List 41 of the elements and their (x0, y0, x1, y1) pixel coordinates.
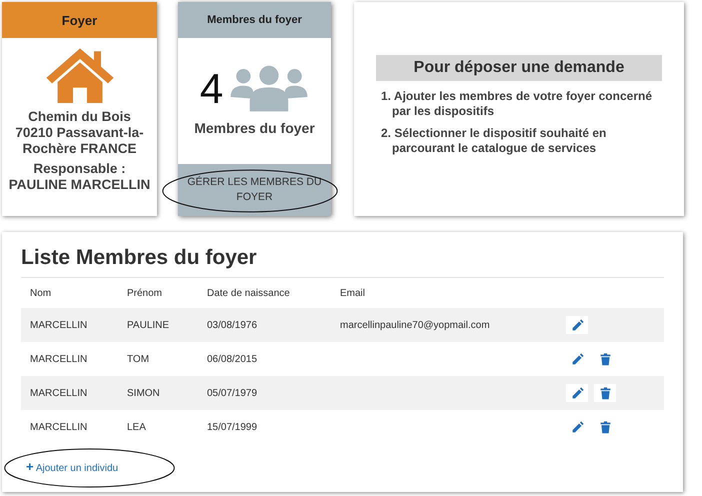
table-cell-text: MARCELLIN (29, 354, 88, 364)
table-cell-text: MARCELLIN (29, 388, 88, 398)
table-cell-text: TOM (126, 354, 150, 364)
table-cell-text: 05/07/1979 (206, 388, 258, 398)
column-header: Nom (29, 288, 52, 298)
column-header: Prénom (126, 288, 164, 298)
address-line: 70210 Passavant-la- (15, 125, 144, 141)
trash-icon (598, 386, 612, 400)
responsable-name: PAULINE MARCELLIN (8, 177, 150, 193)
pencil-icon (570, 352, 584, 366)
trash-icon (598, 420, 612, 434)
pencil-icon (570, 420, 584, 434)
table-cell-text: PAULINE (126, 320, 170, 330)
delete-button[interactable] (594, 384, 616, 402)
members-label: Membres du foyer (194, 120, 315, 136)
card-header: Membres du foyer (178, 2, 331, 38)
column-header: Date de naissance (206, 288, 291, 298)
address-line: Chemin du Bois (27, 109, 132, 125)
people-icon (229, 64, 310, 114)
table-cell-text: 15/07/1999 (206, 422, 258, 432)
table-cell-text: MARCELLIN (29, 422, 88, 432)
address-line: Rochère FRANCE (21, 141, 138, 157)
member-count: 4 (200, 67, 224, 111)
table-cell-text: LEA (126, 422, 147, 432)
table-cell-text: 03/08/1976 (206, 320, 258, 330)
table-cell-text: SIMON (126, 388, 161, 398)
column-header: Email (339, 288, 366, 298)
table-cell-text: marcellinpauline70@yopmail.com (339, 320, 491, 330)
list-title: Liste Membres du foyer (21, 246, 664, 278)
instruction-step: 2. Sélectionner le dispositif souhaité en parcourant le catalogue de services (380, 126, 662, 156)
info-title: Pour déposer une demande (376, 55, 662, 81)
card-header: Foyer (2, 2, 157, 38)
pencil-icon (570, 386, 584, 400)
responsable-label: Responsable : (33, 161, 126, 177)
pencil-icon (570, 318, 584, 332)
table-cell-text: MARCELLIN (29, 320, 88, 330)
instruction-step: 1. Ajouter les membres de votre foyer concerné par les dispositifs (380, 89, 662, 119)
table-cell-text: 06/08/2015 (206, 354, 258, 364)
edit-button[interactable] (566, 384, 588, 402)
edit-button[interactable] (566, 316, 588, 334)
trash-icon (598, 352, 612, 366)
